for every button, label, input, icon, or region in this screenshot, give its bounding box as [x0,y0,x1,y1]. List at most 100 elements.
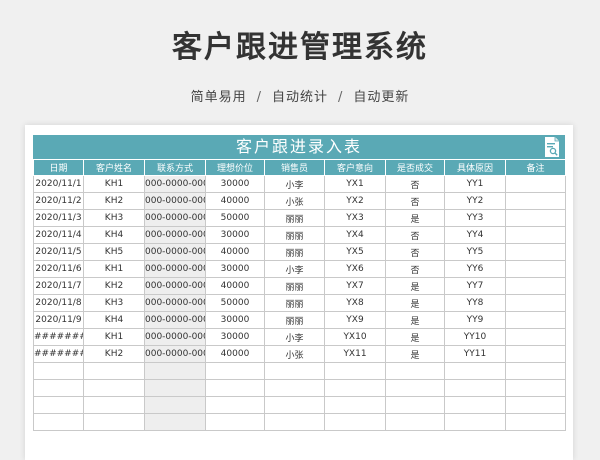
column-header[interactable]: 备注 [505,159,566,176]
table-cell[interactable] [144,362,206,380]
table-cell[interactable]: 否 [385,192,445,210]
table-cell[interactable] [83,379,145,397]
table-cell[interactable]: 000-0000-0000 [144,328,206,346]
table-cell[interactable]: YY10 [444,328,506,346]
table-cell[interactable]: 丽丽 [264,226,325,244]
table-cell[interactable] [324,396,386,414]
table-cell[interactable]: 000-0000-0000 [144,260,206,278]
table-cell[interactable]: YY5 [444,243,506,261]
table-cell[interactable] [205,413,265,431]
column-header[interactable]: 客户姓名 [83,159,145,176]
table-cell[interactable] [444,396,506,414]
table-cell[interactable]: 是 [385,311,445,329]
table-cell[interactable] [33,396,84,414]
table-cell[interactable]: YY7 [444,277,506,295]
table-cell[interactable]: 000-0000-0003 [144,311,206,329]
table-cell[interactable]: YY8 [444,294,506,312]
table-cell[interactable]: 30000 [205,260,265,278]
table-cell[interactable] [505,345,566,363]
table-cell[interactable]: 50000 [205,209,265,227]
table-cell[interactable] [324,413,386,431]
table-cell[interactable] [83,362,145,380]
table-cell[interactable] [205,362,265,380]
table-cell[interactable]: 是 [385,209,445,227]
table-cell[interactable] [324,362,386,380]
table-cell[interactable]: KH1 [83,175,145,193]
table-cell[interactable] [385,362,445,380]
table-cell[interactable]: 丽丽 [264,311,325,329]
table-cell[interactable]: KH1 [83,260,145,278]
table-cell[interactable]: YX7 [324,277,386,295]
column-header[interactable]: 具体原因 [444,159,506,176]
table-cell[interactable] [83,413,145,431]
table-cell[interactable] [444,362,506,380]
table-cell[interactable] [505,413,566,431]
table-cell[interactable]: 50000 [205,294,265,312]
table-cell[interactable]: YX1 [324,175,386,193]
column-header[interactable]: 理想价位 [205,159,265,176]
table-cell[interactable]: 40000 [205,277,265,295]
table-cell[interactable] [385,379,445,397]
table-cell[interactable] [205,396,265,414]
table-cell[interactable]: 丽丽 [264,294,325,312]
table-cell[interactable]: YX11 [324,345,386,363]
table-cell[interactable]: KH5 [83,243,145,261]
table-cell[interactable] [385,396,445,414]
table-cell[interactable] [444,379,506,397]
table-cell[interactable]: KH2 [83,345,145,363]
table-cell[interactable]: YX4 [324,226,386,244]
table-cell[interactable]: ####### [33,345,84,363]
table-cell[interactable] [144,413,206,431]
table-cell[interactable] [505,243,566,261]
table-cell[interactable]: 是 [385,345,445,363]
table-cell[interactable]: YX2 [324,192,386,210]
table-cell[interactable]: YX5 [324,243,386,261]
column-header[interactable]: 是否成交 [385,159,445,176]
table-cell[interactable] [264,396,325,414]
table-cell[interactable]: 2020/11/7 [33,277,84,295]
table-cell[interactable]: 丽丽 [264,209,325,227]
table-cell[interactable]: KH1 [83,328,145,346]
table-cell[interactable] [33,362,84,380]
table-cell[interactable] [505,260,566,278]
table-cell[interactable]: YX9 [324,311,386,329]
table-cell[interactable]: 40000 [205,345,265,363]
table-cell[interactable]: YY3 [444,209,506,227]
table-cell[interactable]: 000-0000-0002 [144,209,206,227]
table-cell[interactable]: 000-0000-0001 [144,345,206,363]
table-cell[interactable]: 小李 [264,328,325,346]
table-cell[interactable]: YX6 [324,260,386,278]
table-cell[interactable] [385,413,445,431]
table-cell[interactable] [505,362,566,380]
column-header[interactable]: 销售员 [264,159,325,176]
table-cell[interactable]: 30000 [205,226,265,244]
table-cell[interactable]: YY6 [444,260,506,278]
column-header[interactable]: 客户意向 [324,159,386,176]
table-cell[interactable]: 2020/11/8 [33,294,84,312]
table-cell[interactable] [505,328,566,346]
table-cell[interactable] [264,379,325,397]
table-cell[interactable]: ####### [33,328,84,346]
table-cell[interactable] [83,396,145,414]
table-cell[interactable] [444,413,506,431]
table-cell[interactable]: 2020/11/5 [33,243,84,261]
table-cell[interactable]: 000-0000-0001 [144,277,206,295]
table-cell[interactable] [144,379,206,397]
table-cell[interactable]: YY2 [444,192,506,210]
table-cell[interactable] [324,379,386,397]
table-cell[interactable]: 000-0000-0001 [144,192,206,210]
table-cell[interactable]: 是 [385,277,445,295]
table-cell[interactable] [264,413,325,431]
table-cell[interactable]: 小张 [264,345,325,363]
table-cell[interactable]: 是 [385,294,445,312]
table-cell[interactable]: KH4 [83,226,145,244]
table-cell[interactable]: YX10 [324,328,386,346]
table-cell[interactable] [505,192,566,210]
table-cell[interactable]: 丽丽 [264,277,325,295]
table-cell[interactable]: 小李 [264,175,325,193]
table-cell[interactable]: 小李 [264,260,325,278]
column-header[interactable]: 日期 [33,159,84,176]
table-cell[interactable]: KH3 [83,209,145,227]
table-cell[interactable]: 000-0000-0003 [144,226,206,244]
table-cell[interactable]: KH4 [83,311,145,329]
